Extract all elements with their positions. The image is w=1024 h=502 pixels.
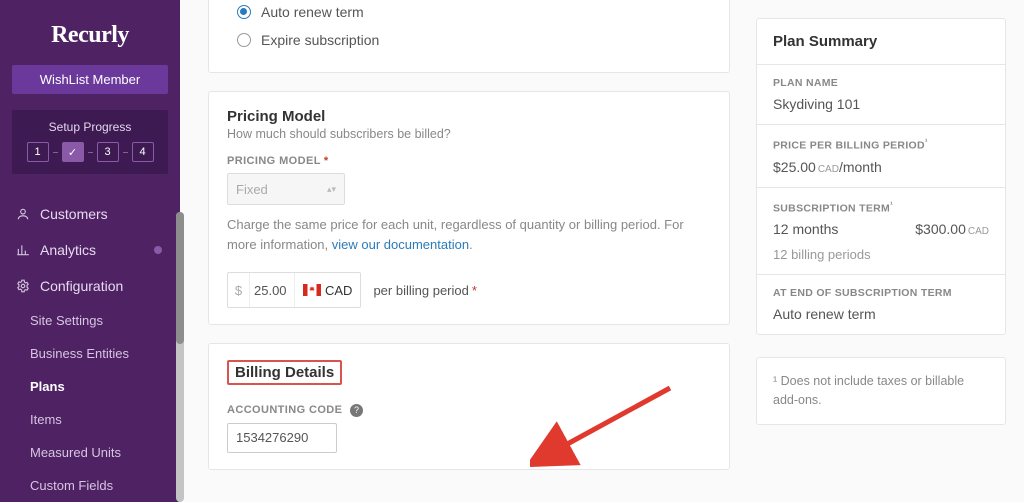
billing-details-card: Billing Details ACCOUNTING CODE ? bbox=[208, 343, 730, 470]
pricing-model-select[interactable]: Fixed ▴▾ bbox=[227, 173, 345, 205]
user-icon bbox=[16, 207, 30, 221]
nav-item-analytics[interactable]: Analytics bbox=[0, 232, 180, 268]
price-row: $ CAD per billing period* bbox=[227, 272, 711, 308]
summary-end-of-term: AT END OF SUBSCRIPTION TERM Auto renew t… bbox=[757, 275, 1005, 334]
summary-label: SUBSCRIPTION TERM¹ bbox=[773, 200, 989, 215]
summary-value: Skydiving 101 bbox=[773, 96, 989, 112]
summary-term-value: 12 months bbox=[773, 221, 838, 237]
currency-symbol: $ bbox=[228, 273, 250, 307]
pricing-heading: Pricing Model bbox=[227, 108, 711, 125]
pricing-model-label: PRICING MODEL* bbox=[227, 155, 711, 167]
summary-price: PRICE PER BILLING PERIOD¹ $25.00CAD/mont… bbox=[757, 125, 1005, 188]
billing-details-heading: Billing Details bbox=[227, 360, 342, 385]
main-area: Auto renew term Expire subscription Pric… bbox=[190, 0, 1024, 502]
pricing-model-card: Pricing Model How much should subscriber… bbox=[208, 91, 730, 325]
subnav-items[interactable]: Items bbox=[30, 403, 180, 436]
setup-progress-steps: 1 ✓ 3 4 bbox=[18, 142, 162, 162]
scrollbar-thumb[interactable] bbox=[176, 212, 184, 344]
accounting-code-label: ACCOUNTING CODE bbox=[227, 404, 342, 416]
subnav-business-entities[interactable]: Business Entities bbox=[30, 337, 180, 370]
plan-summary-card: Plan Summary PLAN NAME Skydiving 101 PRI… bbox=[756, 18, 1006, 335]
subnav-custom-fields[interactable]: Custom Fields bbox=[30, 469, 180, 502]
progress-step-1[interactable]: 1 bbox=[27, 142, 49, 162]
notification-dot-icon bbox=[154, 246, 162, 254]
subnav-plans[interactable]: Plans bbox=[30, 370, 180, 403]
plan-summary-title: Plan Summary bbox=[757, 19, 1005, 65]
summary-plan-name: PLAN NAME Skydiving 101 bbox=[757, 65, 1005, 125]
select-value: Fixed bbox=[236, 182, 268, 197]
bar-chart-icon bbox=[16, 243, 30, 257]
subnav-measured-units[interactable]: Measured Units bbox=[30, 436, 180, 469]
summary-term: SUBSCRIPTION TERM¹ 12 months $300.00CAD … bbox=[757, 188, 1005, 276]
documentation-link[interactable]: view our documentation bbox=[332, 237, 469, 252]
summary-footnote: ¹ Does not include taxes or billable add… bbox=[756, 357, 1006, 425]
radio-auto-renew[interactable]: Auto renew term bbox=[227, 0, 711, 28]
setup-progress-box: Setup Progress 1 ✓ 3 4 bbox=[12, 110, 168, 174]
summary-column: Plan Summary PLAN NAME Skydiving 101 PRI… bbox=[756, 18, 1006, 425]
price-amount-input[interactable] bbox=[250, 283, 294, 298]
progress-step-separator bbox=[88, 152, 93, 153]
configuration-subnav: Site Settings Business Entities Plans It… bbox=[0, 304, 180, 502]
wishlist-member-button[interactable]: WishList Member bbox=[12, 65, 168, 94]
brand-logo: Recurly bbox=[0, 0, 180, 65]
summary-value: Auto renew term bbox=[773, 306, 989, 322]
summary-value: $25.00CAD/month bbox=[773, 159, 989, 175]
currency-selector[interactable]: CAD bbox=[294, 273, 360, 307]
radio-expire[interactable]: Expire subscription bbox=[227, 28, 711, 56]
content-column: Auto renew term Expire subscription Pric… bbox=[208, 0, 730, 488]
progress-step-4[interactable]: 4 bbox=[132, 142, 154, 162]
radio-label: Auto renew term bbox=[261, 4, 364, 20]
subnav-site-settings[interactable]: Site Settings bbox=[30, 304, 180, 337]
nav-label: Analytics bbox=[40, 242, 96, 258]
sidebar-scrollbar[interactable] bbox=[176, 212, 184, 502]
pricing-description: Charge the same price for each unit, reg… bbox=[227, 215, 711, 254]
term-card: Auto renew term Expire subscription bbox=[208, 0, 730, 73]
summary-label: PRICE PER BILLING PERIOD¹ bbox=[773, 137, 989, 152]
summary-term-total: $300.00CAD bbox=[915, 221, 989, 237]
radio-label: Expire subscription bbox=[261, 32, 379, 48]
progress-step-separator bbox=[123, 152, 128, 153]
per-billing-label: per billing period* bbox=[373, 283, 476, 298]
help-icon[interactable]: ? bbox=[350, 404, 363, 417]
progress-step-3[interactable]: 3 bbox=[97, 142, 119, 162]
nav-item-configuration[interactable]: Configuration bbox=[0, 268, 180, 304]
progress-step-2[interactable]: ✓ bbox=[62, 142, 84, 162]
currency-code: CAD bbox=[325, 283, 352, 298]
accounting-code-input[interactable] bbox=[227, 423, 337, 453]
canada-flag-icon bbox=[303, 284, 321, 296]
gear-icon bbox=[16, 279, 30, 293]
sidebar: Recurly WishList Member Setup Progress 1… bbox=[0, 0, 180, 502]
summary-label: PLAN NAME bbox=[773, 77, 989, 89]
progress-step-separator bbox=[53, 152, 58, 153]
primary-nav: Customers Analytics Configuration Site S… bbox=[0, 196, 180, 502]
price-input-group: $ CAD bbox=[227, 272, 361, 308]
radio-icon bbox=[237, 5, 251, 19]
nav-label: Configuration bbox=[40, 278, 123, 294]
setup-progress-title: Setup Progress bbox=[18, 120, 162, 134]
nav-label: Customers bbox=[40, 206, 108, 222]
chevron-updown-icon: ▴▾ bbox=[327, 184, 336, 195]
summary-label: AT END OF SUBSCRIPTION TERM bbox=[773, 287, 989, 299]
radio-icon bbox=[237, 33, 251, 47]
pricing-subheading: How much should subscribers be billed? bbox=[227, 127, 711, 141]
summary-term-note: 12 billing periods bbox=[773, 247, 989, 262]
nav-item-customers[interactable]: Customers bbox=[0, 196, 180, 232]
